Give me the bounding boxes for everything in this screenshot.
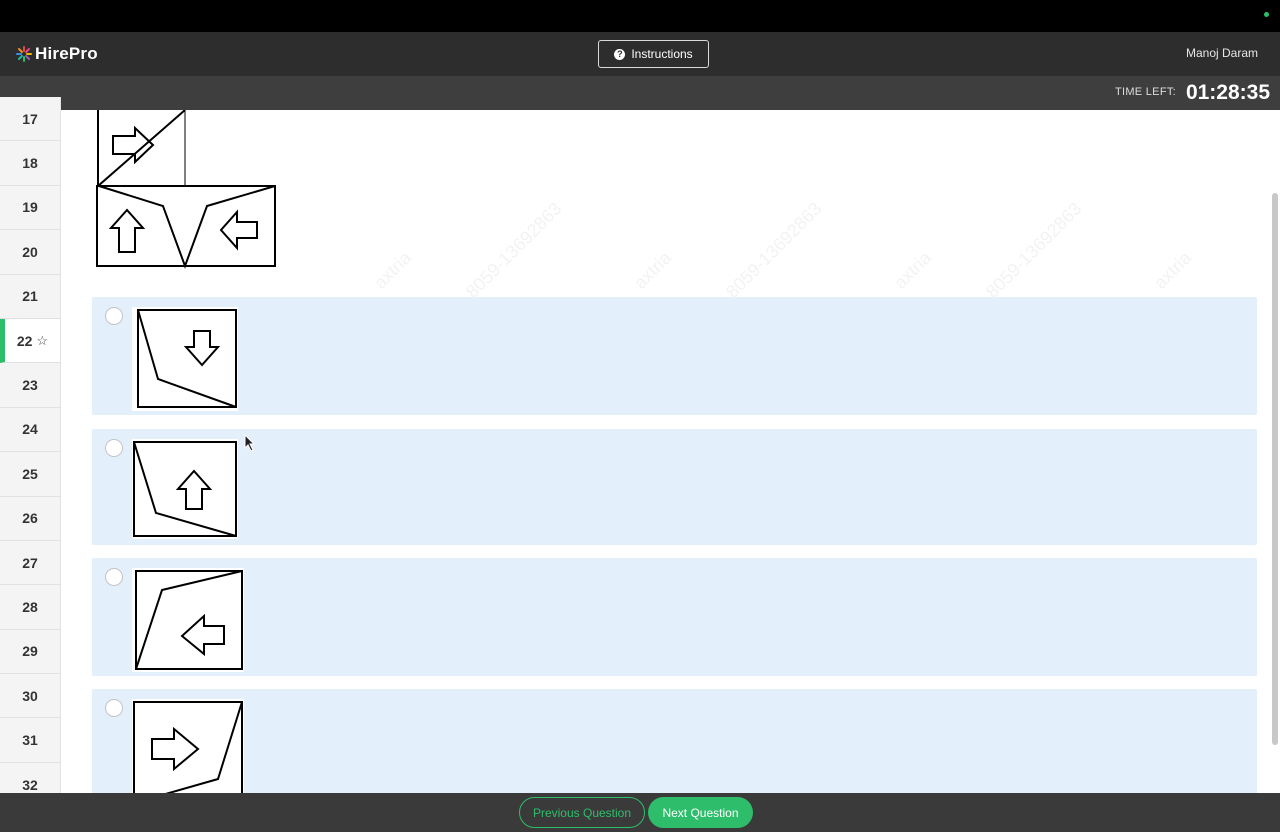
hirepro-logo: HirePro: [16, 44, 98, 64]
watermark-text: 8059-13692863: [462, 198, 566, 302]
question-number: 20: [22, 243, 38, 260]
question-number: 31: [22, 732, 38, 749]
question-number: 21: [22, 288, 38, 305]
watermark-text: axtria: [370, 247, 416, 293]
question-nav-item[interactable]: 17: [0, 97, 60, 142]
watermark-text: axtria: [1150, 247, 1196, 293]
question-nav-item[interactable]: 30: [0, 674, 60, 719]
star-icon[interactable]: ☆: [36, 333, 48, 349]
question-number: 19: [22, 199, 38, 216]
next-question-button[interactable]: Next Question: [648, 797, 753, 828]
top-strip: [0, 0, 1280, 32]
question-nav-item[interactable]: 19: [0, 186, 60, 231]
question-nav-item[interactable]: 25: [0, 452, 60, 497]
question-nav-item-current[interactable]: 22 ☆: [0, 318, 60, 364]
option-radio[interactable]: [105, 568, 123, 586]
scrollbar[interactable]: [1272, 193, 1278, 745]
timer-label: TIME LEFT:: [1114, 86, 1176, 98]
watermark-text: axtria: [630, 247, 676, 293]
app-header: HirePro ? Instructions Manoj Daram: [0, 32, 1280, 76]
answer-option[interactable]: [92, 689, 1257, 793]
option-radio[interactable]: [105, 439, 123, 457]
option-figure-arrow-right: [132, 699, 244, 793]
answer-option[interactable]: [92, 297, 1257, 415]
status-dot: [1264, 12, 1269, 17]
question-number: 26: [22, 510, 38, 527]
question-number: 27: [22, 554, 38, 571]
question-figure: [96, 110, 276, 269]
instructions-label: Instructions: [631, 47, 693, 61]
option-radio[interactable]: [105, 307, 123, 325]
timer-bar: TIME LEFT: 01:28:35: [0, 76, 1280, 110]
watermark-text: 8059-13692863: [722, 198, 826, 302]
previous-question-button[interactable]: Previous Question: [519, 797, 645, 828]
question-number: 28: [22, 598, 38, 615]
question-nav-item[interactable]: 23: [0, 363, 60, 408]
question-nav-item[interactable]: 32: [0, 763, 60, 793]
watermark-text: 8059-13692863: [982, 198, 1086, 302]
question-nav-item[interactable]: 27: [0, 541, 60, 586]
question-nav-item[interactable]: 24: [0, 408, 60, 453]
question-number: 22: [16, 332, 33, 349]
timer-value: 01:28:35: [1185, 81, 1270, 104]
mouse-cursor-icon: [244, 434, 256, 452]
question-number: 30: [22, 687, 38, 704]
question-nav-item[interactable]: 29: [0, 630, 60, 675]
question-number: 25: [22, 465, 38, 482]
instructions-button[interactable]: ? Instructions: [598, 40, 709, 68]
answer-option[interactable]: [92, 558, 1257, 676]
user-name: Manoj Daram: [1185, 46, 1258, 60]
logo-text: HirePro: [35, 44, 98, 63]
question-navigator: 17 18 19 20 21 22 ☆ 23 24 25 26 27 28 29 …: [0, 97, 61, 793]
option-figure-arrow-up: [132, 439, 238, 539]
question-circle-icon: ?: [614, 48, 626, 60]
question-nav-item[interactable]: 21: [0, 275, 60, 319]
question-number: 29: [22, 643, 38, 660]
footer-bar: Previous Question Next Question: [0, 793, 1280, 832]
question-number: 23: [22, 377, 38, 394]
question-number: 18: [22, 155, 38, 172]
question-nav-item[interactable]: 20: [0, 230, 60, 275]
question-nav-item[interactable]: 31: [0, 718, 60, 763]
question-nav-item[interactable]: 26: [0, 497, 60, 541]
question-number: 32: [22, 776, 38, 793]
question-nav-item[interactable]: 18: [0, 141, 60, 186]
answer-option[interactable]: [92, 429, 1257, 545]
option-figure-arrow-left: [132, 568, 244, 672]
question-number: 24: [22, 421, 38, 438]
option-figure-arrow-down: [132, 307, 238, 411]
logo-burst-icon: [16, 46, 32, 62]
watermark-text: axtria: [890, 247, 936, 293]
question-nav-item[interactable]: 28: [0, 585, 60, 630]
option-radio[interactable]: [105, 699, 123, 717]
question-number: 17: [22, 110, 38, 127]
